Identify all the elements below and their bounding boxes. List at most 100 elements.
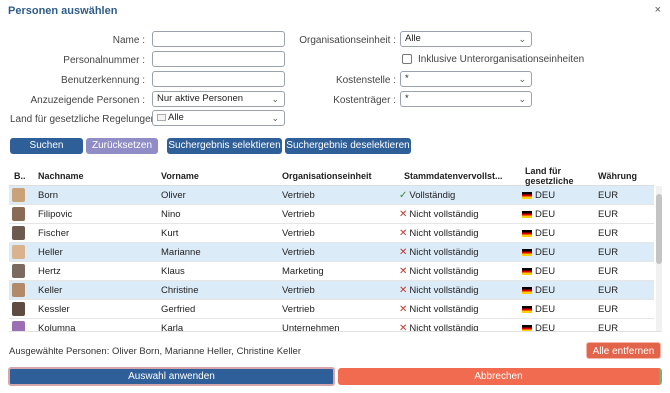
- germany-flag-icon: [522, 211, 532, 218]
- table-row[interactable]: Kolumna Karla Unternehmen ✕ Nicht vollständi…: [9, 319, 654, 332]
- avatar: [12, 245, 25, 259]
- scrollbar-thumb[interactable]: [656, 194, 662, 264]
- suchergebnis-selektieren-button[interactable]: Suchergebnis selektieren: [167, 138, 282, 154]
- suchen-button[interactable]: Suchen: [10, 138, 83, 154]
- cell-land-text: DEU: [535, 228, 556, 239]
- cell-status-text: Nicht vollständig: [409, 209, 479, 220]
- cell-organisationseinheit: Marketing: [282, 266, 324, 277]
- column-header-bild[interactable]: B..: [14, 171, 26, 181]
- column-header-land[interactable]: Land für gesetzliche: [525, 166, 595, 186]
- table-scrollbar[interactable]: [656, 186, 662, 331]
- auswahl-anwenden-button[interactable]: Auswahl anwenden: [8, 367, 335, 386]
- cell-organisationseinheit: Vertrieb: [282, 190, 315, 201]
- abbrechen-button[interactable]: Abbrechen: [338, 368, 662, 385]
- table-row[interactable]: Hertz Klaus Marketing ✕ Nicht vollständig DEU…: [9, 262, 654, 281]
- cell-vorname: Christine: [161, 285, 199, 296]
- cell-status-text: Nicht vollständig: [409, 285, 479, 296]
- close-icon[interactable]: ×: [655, 4, 661, 16]
- germany-flag-icon: [522, 287, 532, 294]
- cell-land-text: DEU: [535, 304, 556, 315]
- table-row[interactable]: Kessler Gerfried Vertrieb ✕ Nicht vollständi…: [9, 300, 654, 319]
- cell-status-text: Vollständig: [409, 190, 456, 201]
- personalnummer-input[interactable]: [152, 51, 285, 67]
- kostentraeger-label: Kostenträger :: [333, 95, 396, 106]
- cell-status: ✕ Nicht vollständig: [399, 209, 479, 220]
- cell-organisationseinheit: Vertrieb: [282, 209, 315, 220]
- orgeinheit-value: Alle: [405, 33, 421, 44]
- zuruecksetzen-button[interactable]: Zurücksetzen: [86, 138, 158, 154]
- cell-vorname: Nino: [161, 209, 181, 220]
- cell-land: DEU: [522, 285, 555, 296]
- column-header-organisationseinheit[interactable]: Organisationseinheit: [282, 171, 372, 181]
- cross-icon: ✕: [399, 304, 408, 315]
- anzuzeigende-label: Anzuzeigende Personen :: [30, 95, 145, 106]
- cell-organisationseinheit: Vertrieb: [282, 228, 315, 239]
- germany-flag-icon: [522, 192, 532, 199]
- cell-status-text: Nicht vollständig: [409, 266, 479, 277]
- cell-nachname: Fischer: [38, 228, 70, 239]
- cell-status: ✕ Nicht vollständig: [399, 304, 479, 315]
- column-header-nachname[interactable]: Nachname: [38, 171, 84, 181]
- avatar: [12, 302, 25, 316]
- germany-flag-icon: [522, 268, 532, 275]
- cell-land-text: DEU: [535, 209, 556, 220]
- land-label: Land für gesetzliche Regelungen :: [10, 114, 162, 125]
- cell-waehrung: EUR: [598, 190, 619, 201]
- table-row[interactable]: Keller Christine Vertrieb ✕ Nicht vollständi…: [9, 281, 654, 300]
- column-header-vorname[interactable]: Vorname: [161, 171, 199, 181]
- inklusive-checkbox[interactable]: [402, 54, 412, 64]
- cross-icon: ✕: [399, 228, 408, 239]
- cell-land: DEU: [522, 228, 555, 239]
- cell-land: DEU: [522, 323, 555, 331]
- cell-status-text: Nicht vollständig: [409, 304, 479, 315]
- land-value: Alle: [168, 112, 184, 123]
- kostentraeger-select[interactable]: * ⌄: [400, 91, 532, 107]
- orgeinheit-select[interactable]: Alle ⌄: [400, 31, 532, 47]
- table-row[interactable]: Born Oliver Vertrieb ✓ Vollständig DEU EUR: [9, 186, 654, 205]
- cross-icon: ✕: [399, 323, 408, 332]
- cell-organisationseinheit: Vertrieb: [282, 304, 315, 315]
- cross-icon: ✕: [399, 266, 408, 277]
- cell-waehrung: EUR: [598, 285, 619, 296]
- cell-organisationseinheit: Unternehmen: [282, 323, 340, 332]
- avatar: [12, 226, 25, 240]
- table-row[interactable]: Filipovic Nino Vertrieb ✕ Nicht vollständig D…: [9, 205, 654, 224]
- name-input[interactable]: [152, 31, 285, 47]
- cell-vorname: Marianne: [161, 247, 201, 258]
- kostentraeger-value: *: [405, 93, 409, 104]
- cell-waehrung: EUR: [598, 304, 619, 315]
- cell-land: DEU: [522, 266, 555, 277]
- cell-land-text: DEU: [535, 266, 556, 277]
- cell-waehrung: EUR: [598, 323, 619, 332]
- column-header-stammdaten[interactable]: Stammdatenvervollst...: [404, 171, 503, 181]
- avatar: [12, 264, 25, 278]
- cell-nachname: Kessler: [38, 304, 70, 315]
- check-icon: ✓: [399, 190, 408, 201]
- cell-land: DEU: [522, 190, 555, 201]
- cross-icon: ✕: [399, 247, 408, 258]
- land-select[interactable]: Alle ⌄: [152, 110, 285, 126]
- table-row[interactable]: Fischer Kurt Vertrieb ✕ Nicht vollständig DEU…: [9, 224, 654, 243]
- cell-land-text: DEU: [535, 247, 556, 258]
- cross-icon: ✕: [399, 285, 408, 296]
- table-row[interactable]: Heller Marianne Vertrieb ✕ Nicht vollständig…: [9, 243, 654, 262]
- cell-status: ✕ Nicht vollständig: [399, 285, 479, 296]
- kostenstelle-select[interactable]: * ⌄: [400, 71, 532, 87]
- suchergebnis-deselektieren-button[interactable]: Suchergebnis deselektieren: [285, 138, 411, 154]
- benutzerkennung-label: Benutzerkennung :: [61, 75, 145, 86]
- inklusive-label: Inklusive Unterorganisationseinheiten: [418, 54, 585, 65]
- alle-entfernen-button[interactable]: Alle entfernen: [586, 342, 661, 359]
- cell-status-text: Nicht vollständig: [409, 247, 479, 258]
- dialog-title: Personen auswählen: [8, 5, 118, 17]
- column-header-waehrung[interactable]: Währung: [598, 171, 637, 181]
- anzuzeigende-select[interactable]: Nur aktive Personen ⌄: [152, 91, 285, 107]
- cell-vorname: Oliver: [161, 190, 186, 201]
- germany-flag-icon: [522, 306, 532, 313]
- cell-nachname: Keller: [38, 285, 63, 296]
- cell-status-text: Nicht vollständig: [409, 323, 479, 332]
- benutzerkennung-input[interactable]: [152, 71, 285, 87]
- name-label: Name :: [112, 35, 145, 46]
- cell-nachname: Kolumna: [38, 323, 76, 332]
- cell-waehrung: EUR: [598, 209, 619, 220]
- cell-status: ✕ Nicht vollständig: [399, 228, 479, 239]
